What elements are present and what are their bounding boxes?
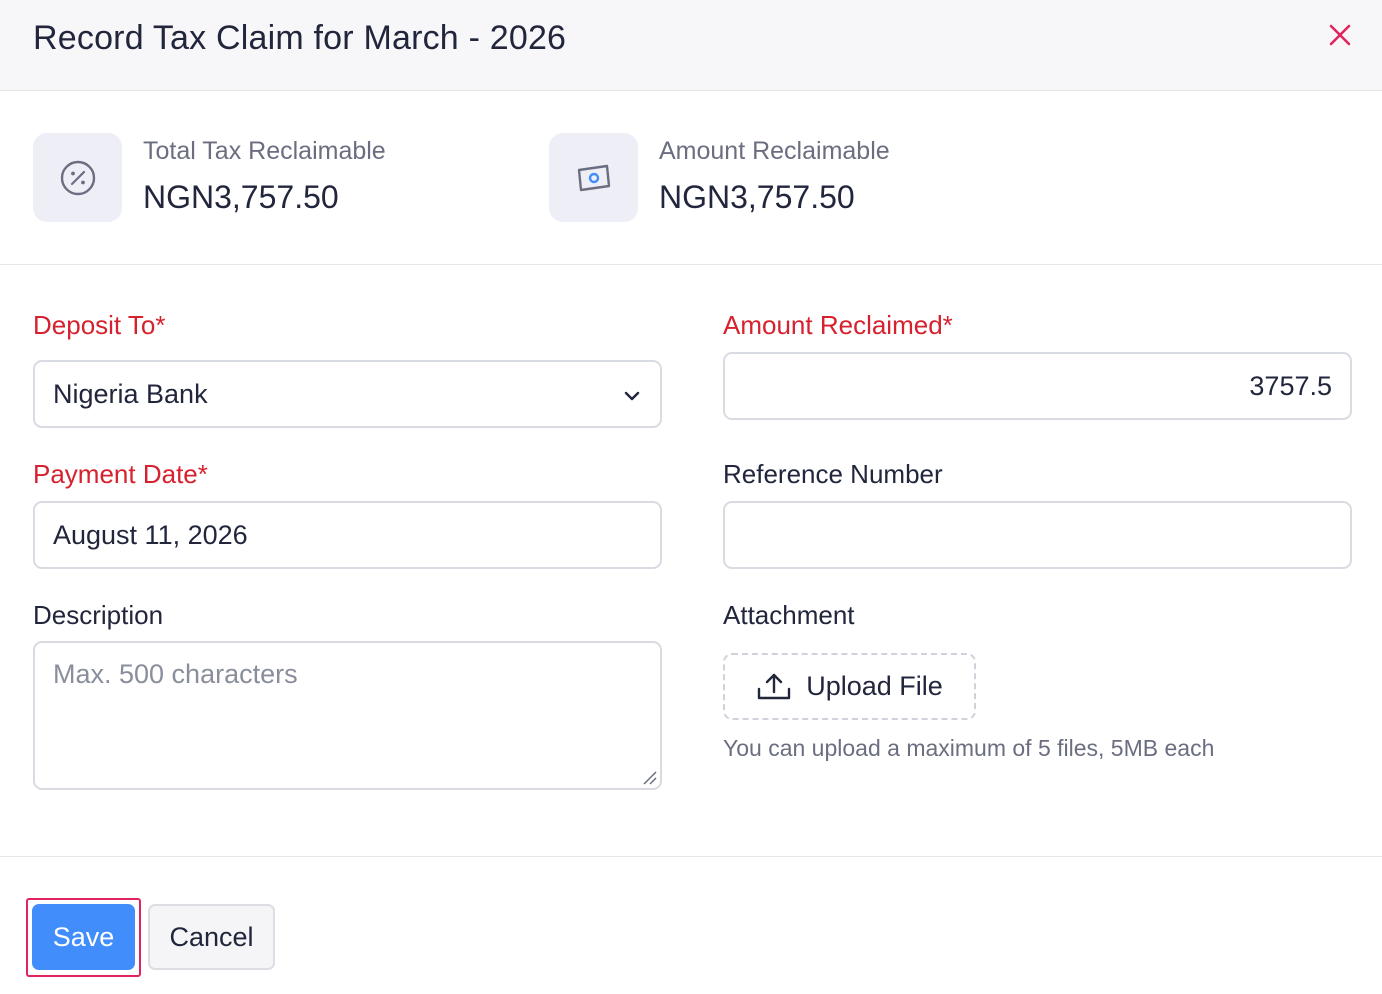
tax-summary: Total Tax Reclaimable NGN3,757.50 Amount…: [0, 91, 1382, 265]
amount-reclaimed-input[interactable]: 3757.5: [723, 352, 1352, 420]
description-textarea[interactable]: Max. 500 characters: [33, 641, 662, 790]
description-placeholder: Max. 500 characters: [53, 659, 298, 689]
resize-grip-icon[interactable]: [641, 769, 657, 785]
payment-date-field[interactable]: August 11, 2026: [33, 501, 662, 569]
amount-reclaimed-label: Amount Reclaimed*: [723, 310, 953, 340]
reference-number-input[interactable]: [723, 501, 1352, 569]
upload-file-button[interactable]: Upload File: [723, 653, 976, 720]
close-icon: [1329, 24, 1351, 46]
payment-date-label: Payment Date*: [33, 459, 208, 489]
deposit-to-value: Nigeria Bank: [53, 378, 208, 409]
description-label: Description: [33, 600, 164, 630]
upload-hint: You can upload a maximum of 5 files, 5MB…: [723, 735, 1215, 761]
dialog-title: Record Tax Claim for March - 2026: [33, 19, 567, 57]
total-tax-label: Total Tax Reclaimable: [143, 137, 386, 165]
amount-reclaimable-label: Amount Reclaimable: [659, 137, 890, 165]
percent-icon: [33, 133, 122, 222]
attachment-label: Attachment: [723, 600, 855, 630]
total-tax-value: NGN3,757.50: [143, 179, 339, 215]
save-button[interactable]: Save: [32, 904, 135, 970]
amount-reclaimable-value: NGN3,757.50: [659, 179, 855, 215]
dialog-header: Record Tax Claim for March - 2026: [0, 0, 1382, 91]
upload-icon: [758, 673, 791, 699]
close-button[interactable]: [1324, 20, 1356, 52]
payment-date-value: August 11, 2026: [53, 519, 248, 550]
deposit-to-select[interactable]: Nigeria Bank: [33, 360, 662, 428]
upload-file-label: Upload File: [806, 671, 943, 701]
deposit-to-label: Deposit To*: [33, 310, 166, 340]
amount-reclaimed-value: 3757.5: [1249, 370, 1332, 401]
reference-number-label: Reference Number: [723, 459, 943, 489]
money-icon: [549, 133, 638, 222]
record-tax-claim-dialog: Record Tax Claim for March - 2026 Total …: [0, 0, 1382, 994]
chevron-down-icon: [624, 391, 640, 401]
cancel-button[interactable]: Cancel: [148, 904, 275, 970]
